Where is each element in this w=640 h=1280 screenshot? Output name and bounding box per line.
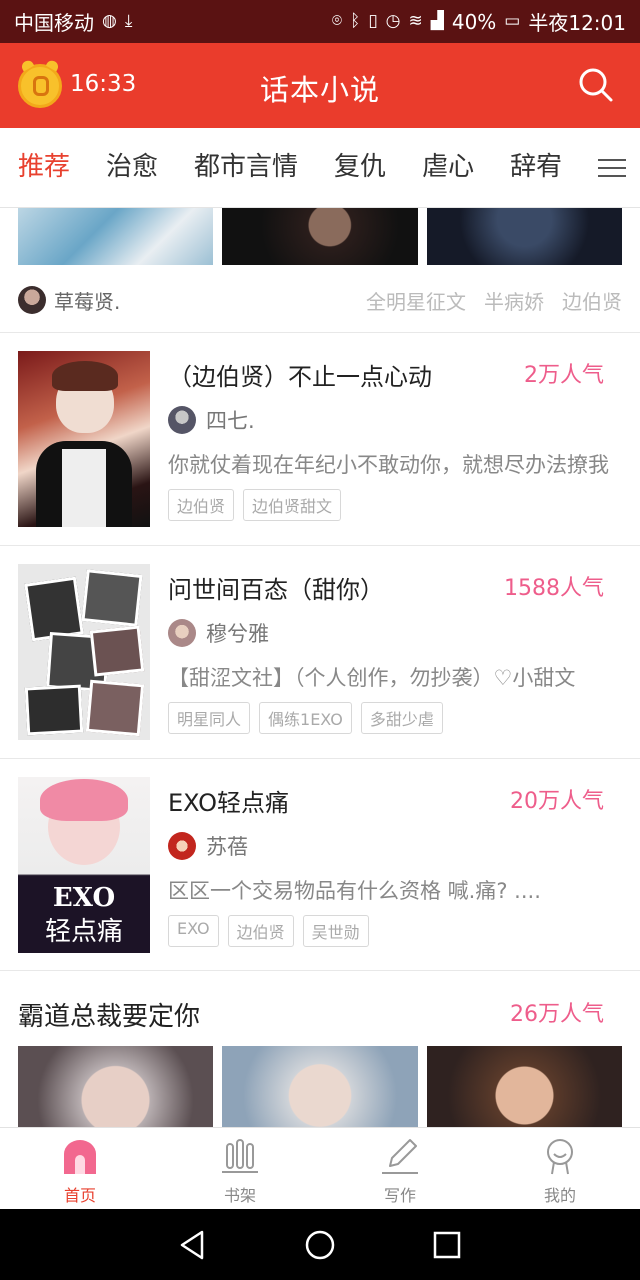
menu-icon — [598, 153, 626, 183]
system-nav-bar — [0, 1209, 640, 1280]
cover-image[interactable] — [222, 1046, 418, 1127]
book-tag[interactable]: 吴世勋 — [302, 915, 369, 947]
nav-label: 首页 — [63, 1186, 96, 1205]
book-item[interactable]: 问世间百态（甜你） 1588人气 穆兮雅 【甜涩文社】（个人创作，勿抄袭）♡小甜… — [0, 546, 640, 758]
featured-covers — [18, 208, 622, 265]
nav-profile[interactable]: 我的 — [480, 1128, 640, 1209]
status-bar: 中国移动 ◍ ⤓ ⌾ ᛒ ▯ ◷ ≋ ▟ 40% ▭ 半夜12:01 — [0, 0, 640, 43]
feature-tag[interactable]: 边伯贤 — [562, 286, 622, 315]
book-tag[interactable]: EXO — [168, 915, 219, 947]
feature-tags: 全明星征文 半病娇 边伯贤 — [366, 286, 622, 315]
book-title: （边伯贤）不止一点心动 — [168, 363, 432, 391]
cover-image[interactable] — [222, 208, 418, 265]
recents-icon[interactable] — [432, 1230, 462, 1260]
bluetooth-icon: ᛒ — [350, 11, 361, 31]
clock: 半夜12:01 — [528, 11, 626, 35]
feature-author-row[interactable]: 草莓贤. 全明星征文 半病娇 边伯贤 — [18, 284, 622, 316]
book-tag[interactable]: 明星同人 — [168, 702, 251, 734]
profile-icon — [547, 1139, 573, 1175]
tab-recommend[interactable]: 推荐 — [18, 146, 70, 213]
battery-percent: 40% — [451, 9, 497, 34]
cover-image[interactable] — [18, 1046, 214, 1127]
location-icon: ⌾ — [331, 11, 343, 31]
nav-bookshelf[interactable]: 书架 — [160, 1128, 320, 1209]
cover-image[interactable] — [426, 1046, 622, 1127]
book-tag[interactable]: 多甜少虐 — [360, 702, 443, 734]
section-title[interactable]: 霸道总裁要定你 — [18, 996, 200, 1033]
divider — [0, 970, 640, 971]
nav-label: 我的 — [543, 1186, 576, 1205]
download-icon: ⤓ — [124, 11, 133, 31]
book-description: 你就仗着现在年纪小不敢动你，就想尽办法撩我 — [168, 453, 609, 477]
section-covers — [18, 1046, 622, 1127]
avatar — [168, 406, 196, 434]
book-tags: 明星同人 偶练1EXO 多甜少虐 — [168, 702, 443, 734]
battery-icon: ▭ — [504, 11, 521, 31]
search-icon[interactable] — [578, 67, 614, 103]
book-tag[interactable]: 偶练1EXO — [259, 702, 352, 734]
avatar — [168, 619, 196, 647]
book-cover — [18, 351, 150, 527]
book-description: 【甜涩文社】（个人创作，勿抄袭）♡小甜文 — [168, 666, 576, 690]
book-title: EXO轻点痛 — [168, 789, 289, 817]
book-cover — [18, 564, 150, 740]
author-name: 穆兮雅 — [206, 622, 269, 646]
bottom-nav: 首页 书架 写作 我的 — [0, 1127, 640, 1209]
avatar — [168, 832, 196, 860]
feature-author: 草莓贤. — [54, 289, 121, 314]
tab-angst[interactable]: 虐心 — [422, 146, 474, 189]
book-tag[interactable]: 边伯贤 — [168, 489, 235, 521]
book-tag[interactable]: 边伯贤 — [227, 915, 294, 947]
book-author[interactable]: 四七. — [168, 405, 255, 435]
app-title: 话本小说 — [259, 73, 380, 107]
wifi-icon: ≋ — [408, 11, 423, 31]
author-name: 四七. — [206, 409, 255, 433]
pencil-icon — [382, 1139, 418, 1174]
book-title: 问世间百态（甜你） — [168, 576, 384, 604]
book-tags: 边伯贤 边伯贤甜文 — [168, 489, 342, 521]
feature-tag[interactable]: 半病娇 — [484, 286, 544, 315]
feature-tag[interactable]: 全明星征文 — [366, 286, 466, 315]
home-icon — [64, 1140, 96, 1174]
author-name: 苏蓓 — [206, 835, 248, 859]
book-tag[interactable]: 边伯贤甜文 — [243, 489, 342, 521]
nav-home[interactable]: 首页 — [0, 1128, 160, 1209]
book-item[interactable]: EXO 轻点痛 EXO轻点痛 20万人气 苏蓓 区区一个交易物品有什么资格 喊.… — [0, 759, 640, 971]
carrier-label: 中国移动 — [14, 11, 94, 35]
vibrate-icon: ▯ — [368, 11, 378, 31]
tab-revenge[interactable]: 复仇 — [334, 146, 386, 189]
book-popularity: 20万人气 — [510, 789, 604, 814]
cover-image[interactable] — [426, 208, 622, 265]
cover-image[interactable] — [18, 208, 214, 265]
nav-label: 书架 — [223, 1186, 256, 1205]
tab-healing[interactable]: 治愈 — [106, 146, 158, 189]
back-icon[interactable] — [178, 1229, 208, 1261]
alarm-clock-icon: ◷ — [385, 11, 401, 31]
home-circle-icon[interactable] — [304, 1229, 336, 1261]
nav-label: 写作 — [383, 1186, 416, 1205]
book-popularity: 1588人气 — [504, 576, 604, 601]
bookshelf-icon — [222, 1139, 258, 1173]
book-cover: EXO 轻点痛 — [18, 777, 150, 953]
avatar — [18, 286, 46, 314]
book-popularity: 2万人气 — [524, 363, 604, 388]
tab-urban-romance[interactable]: 都市言情 — [194, 146, 298, 189]
book-item[interactable]: （边伯贤）不止一点心动 2万人气 四七. 你就仗着现在年纪小不敢动你，就想尽办法… — [0, 333, 640, 545]
book-description: 区区一个交易物品有什么资格 喊.痛? .... — [168, 879, 541, 903]
book-author[interactable]: 穆兮雅 — [168, 618, 269, 648]
app-header: 16:33 话本小说 — [0, 43, 640, 128]
nav-write[interactable]: 写作 — [320, 1128, 480, 1209]
tab-ciyou[interactable]: 辞宥 — [510, 146, 562, 189]
signal-icon: ▟ — [430, 11, 444, 31]
tab-menu-button[interactable] — [584, 128, 640, 207]
section-popularity: 26万人气 — [510, 1002, 604, 1027]
category-tabs: 推荐 治愈 都市言情 复仇 虐心 辞宥 — [0, 128, 640, 213]
book-author[interactable]: 苏蓓 — [168, 831, 248, 861]
globe-icon: ◍ — [102, 11, 117, 31]
book-tags: EXO 边伯贤 吴世勋 — [168, 915, 369, 947]
feed[interactable]: 草莓贤. 全明星征文 半病娇 边伯贤 （边伯贤）不止一点心动 2万人气 四七. … — [0, 208, 640, 1127]
